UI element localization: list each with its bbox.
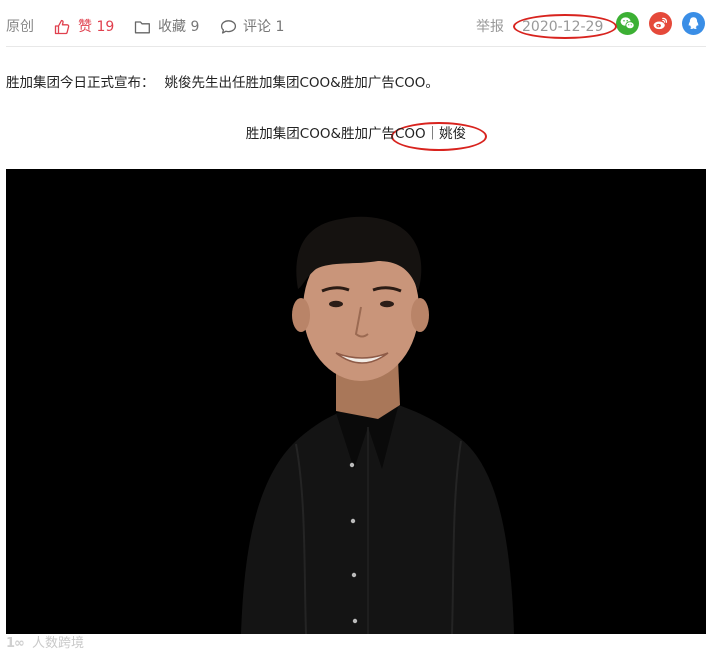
favorite-count: 收藏 9: [158, 19, 200, 35]
comment-count: 评论 1: [243, 19, 285, 35]
folder-icon: [134, 21, 150, 34]
portrait-photo: [6, 169, 706, 634]
portrait-illustration: [6, 169, 706, 634]
announcement-prefix: 胜加集团今日正式宣布：: [6, 75, 155, 91]
comment-icon: [220, 20, 237, 34]
weibo-icon: [653, 17, 668, 30]
watermark: 1∞ 人数跨境: [6, 634, 116, 654]
qq-icon: [688, 17, 699, 29]
share-qq-button[interactable]: [682, 12, 705, 35]
watermark-logo: 1∞: [6, 636, 25, 651]
thumbs-up-icon: [54, 19, 70, 35]
original-label: 原创: [6, 19, 34, 35]
announcement-paragraph: 胜加集团今日正式宣布： 姚俊先生出任胜加集团COO&胜加广告COO。: [6, 74, 439, 92]
wechat-icon: [620, 17, 635, 30]
date-annotation-circle: [513, 14, 617, 39]
like-count: 赞 19: [78, 19, 115, 35]
announcement-body: 姚俊先生出任胜加集团COO&胜加广告COO。: [164, 75, 439, 91]
photo-caption: 胜加集团COO&胜加广告COO｜姚俊: [245, 126, 467, 142]
report-link[interactable]: 举报: [476, 17, 504, 37]
share-wechat-button[interactable]: [616, 12, 639, 35]
watermark-text: 人数跨境: [32, 636, 85, 651]
share-weibo-button[interactable]: [649, 12, 672, 35]
